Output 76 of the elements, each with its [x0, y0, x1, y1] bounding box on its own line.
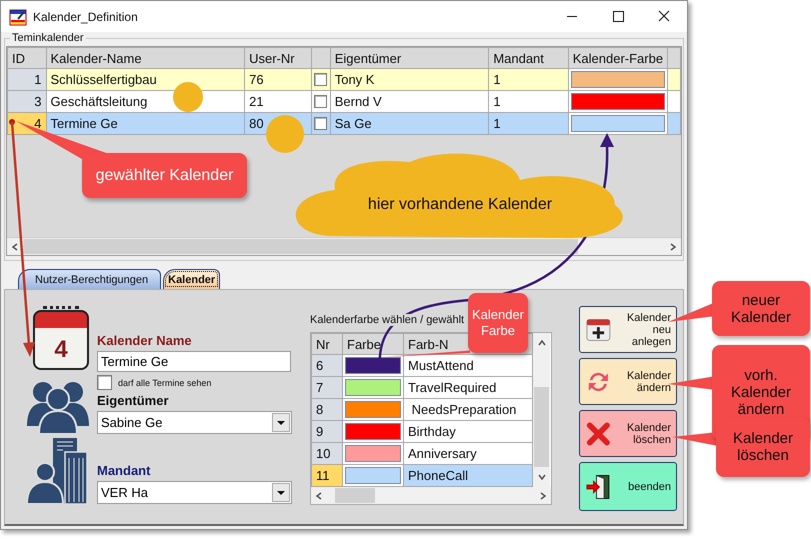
input-field[interactable]: Termine Ge [97, 351, 291, 372]
table-cell: Termine Ge [46, 112, 245, 134]
app-icon [9, 8, 27, 26]
table-row[interactable]: 8 NeedsPreparation [312, 398, 532, 420]
window-title: Kalender_Definition [33, 10, 139, 24]
checkbox-label: darf alle Termine sehen [118, 378, 212, 388]
action-button[interactable]: Kalender neu anlegen [579, 306, 677, 353]
column-header: Mandant [488, 48, 568, 68]
table-cell: 11 [312, 464, 342, 486]
table-row[interactable]: 10 Anniversary [312, 442, 532, 464]
checkbox[interactable] [314, 73, 327, 86]
table-cell: Anniversary [404, 442, 532, 464]
column-header: Farbe [342, 334, 404, 354]
table-cell: 76 [244, 68, 312, 90]
table-cell: PhoneCall [404, 464, 532, 486]
table-cell: 1 [488, 112, 568, 134]
action-button[interactable]: Kalender ändern [579, 358, 677, 405]
table-cell: Sa Ge [330, 112, 489, 134]
table-cell: Birthday [404, 420, 532, 442]
scrollbar[interactable] [311, 487, 551, 504]
marker-dot [173, 82, 203, 112]
scrollbar[interactable] [7, 237, 681, 255]
column-header: Nr [312, 334, 342, 354]
table-cell: Schlüsselfertigbau [46, 68, 245, 90]
callout-text: hier vorhandene Kalender [366, 195, 554, 215]
field-label: Kalender Name [97, 333, 193, 348]
table-cell: 3 [8, 90, 46, 112]
column-header: Eigentümer [330, 48, 489, 68]
table-row[interactable]: 1 Schlüsselfertigbau 76 Tony K 1 [8, 68, 680, 90]
table-row[interactable]: 9 Birthday [312, 420, 532, 442]
tab[interactable]: Kalender [163, 269, 220, 289]
field-label: Mandant [97, 463, 152, 478]
table-caption: Kalenderfarbe wählen / gewählt [310, 314, 464, 326]
table-cell: 1 [488, 68, 568, 90]
table-cell: Bernd V [330, 90, 489, 112]
checkbox[interactable] [314, 95, 327, 108]
table-cell: 9 [312, 420, 342, 442]
businessman-building-icon [27, 436, 89, 504]
scroll-thumb[interactable] [23, 239, 578, 254]
table-cell: MustAttend [404, 354, 532, 376]
marker-dot [266, 115, 304, 153]
table-cell: 1 [8, 68, 46, 90]
callout: neuer Kalender [712, 281, 810, 336]
column-header: User-Nr [244, 48, 312, 68]
column-header: ID [8, 48, 46, 68]
scroll-thumb[interactable] [335, 488, 375, 503]
tab[interactable]: Nutzer-Berechtigungen [18, 269, 162, 289]
scroll-thumb[interactable] [534, 387, 549, 467]
table-cell: 7 [312, 376, 342, 398]
column-header: Kalender-Farbe [568, 48, 668, 68]
dropdown[interactable]: Sabine Ge [97, 411, 292, 434]
group-title: Teminkalender [11, 32, 85, 44]
table-row[interactable]: 3 Geschäftsleitung 21 Bernd V 1 [8, 90, 680, 112]
table-cell: 6 [312, 354, 342, 376]
checkbox[interactable] [97, 375, 112, 390]
dropdown[interactable]: VER Ha [97, 481, 292, 504]
table-row[interactable]: 4 Termine Ge 80 Sa Ge 1 [8, 112, 680, 134]
table-cell: Tony K [330, 68, 489, 90]
table-cell: 10 [312, 442, 342, 464]
table-cell: 21 [244, 90, 312, 112]
table-cell: NeedsPreparation [404, 398, 532, 420]
action-button[interactable]: beenden [579, 462, 677, 511]
table-cell: 1 [488, 90, 568, 112]
scrollbar[interactable] [533, 333, 550, 487]
table-cell: 8 [312, 398, 342, 420]
table-row[interactable]: 7 TravelRequired [312, 376, 532, 398]
callout: Kalender Farbe [468, 293, 528, 353]
table-row[interactable]: 11 PhoneCall [312, 464, 532, 486]
callout: Kalender löschen [716, 417, 810, 477]
table-row[interactable]: 6 MustAttend [312, 354, 532, 376]
checkbox[interactable] [314, 117, 327, 130]
field-label: Eigentümer [97, 393, 170, 408]
callout: gewählter Kalender [82, 153, 247, 198]
table-cell: TravelRequired [404, 376, 532, 398]
column-header: Kalender-Name [46, 48, 245, 68]
action-button[interactable]: Kalender löschen [579, 410, 677, 457]
